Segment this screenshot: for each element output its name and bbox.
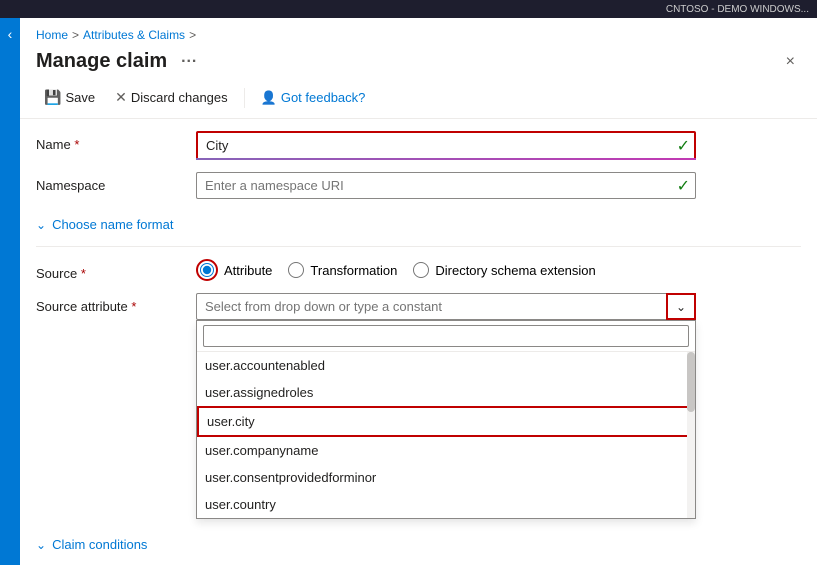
claim-conditions-row[interactable]: ⌄ Claim conditions <box>36 531 801 558</box>
transformation-radio-input[interactable] <box>288 262 304 278</box>
dropdown-search-input[interactable] <box>203 325 689 347</box>
name-input[interactable] <box>196 131 696 160</box>
claim-conditions-chevron: ⌄ <box>36 538 46 552</box>
discard-icon: ✕ <box>115 89 127 106</box>
sidebar-chevron[interactable]: ‹ <box>8 26 13 42</box>
dropdown-list: user.accountenabled user.assignedroles u… <box>197 352 695 518</box>
sidebar: ‹ <box>0 18 20 565</box>
breadcrumb-home[interactable]: Home <box>36 28 68 42</box>
directory-radio-input[interactable] <box>413 262 429 278</box>
radio-attribute[interactable]: Attribute <box>196 259 272 281</box>
form-divider <box>36 246 801 247</box>
ellipsis-button[interactable]: ··· <box>175 51 203 73</box>
save-button[interactable]: 💾 Save <box>36 85 103 110</box>
breadcrumb: Home > Attributes & Claims > <box>20 18 817 46</box>
feedback-label: Got feedback? <box>281 90 366 105</box>
breadcrumb-attributes[interactable]: Attributes & Claims <box>83 28 185 42</box>
dropdown-item-country[interactable]: user.country <box>197 491 695 518</box>
dropdown-item-accountenabled[interactable]: user.accountenabled <box>197 352 695 379</box>
page-header: Manage claim ··· × <box>20 46 817 81</box>
name-check-icon: ✓ <box>677 136 690 156</box>
dropdown-item-consentprovidedforminor[interactable]: user.consentprovidedforminor <box>197 464 695 491</box>
transformation-radio-label: Transformation <box>310 263 397 278</box>
source-label: Source * <box>36 260 196 281</box>
attribute-radio-input[interactable] <box>200 263 214 277</box>
close-button[interactable]: × <box>780 51 801 73</box>
name-input-wrapper: ✓ <box>196 131 696 160</box>
radio-transformation[interactable]: Transformation <box>288 262 397 278</box>
source-attribute-dropdown-wrapper: ⌄ <box>196 293 696 320</box>
breadcrumb-sep1: > <box>72 28 79 42</box>
source-required: * <box>81 266 86 281</box>
attribute-radio-highlight <box>196 259 218 281</box>
namespace-check-icon: ✓ <box>677 176 690 196</box>
source-attribute-label: Source attribute * <box>36 293 196 314</box>
namespace-input[interactable] <box>196 172 696 199</box>
toolbar: 💾 Save ✕ Discard changes 👤 Got feedback? <box>20 81 817 119</box>
attribute-radio-label: Attribute <box>224 263 272 278</box>
dropdown-search-area <box>197 321 695 352</box>
discard-button[interactable]: ✕ Discard changes <box>107 85 236 110</box>
source-radio-group: Attribute Transformation Directory schem… <box>196 259 596 281</box>
purple-line <box>196 158 696 160</box>
main-content: Home > Attributes & Claims > Manage clai… <box>20 18 817 565</box>
dropdown-item-companyname[interactable]: user.companyname <box>197 437 695 464</box>
form-area: Name * ✓ Namespace <box>20 119 817 565</box>
top-bar-text: CNTOSO - DEMO WINDOWS... <box>666 4 809 15</box>
source-attribute-dropdown-arrow[interactable]: ⌄ <box>666 293 696 320</box>
namespace-row: Namespace ✓ <box>36 172 801 199</box>
name-required: * <box>74 137 79 152</box>
dropdown-item-assignedroles[interactable]: user.assignedroles <box>197 379 695 406</box>
namespace-input-area: ✓ <box>196 172 801 199</box>
feedback-button[interactable]: 👤 Got feedback? <box>253 86 374 110</box>
save-label: Save <box>65 90 95 105</box>
top-bar: CNTOSO - DEMO WINDOWS... <box>0 0 817 18</box>
feedback-icon: 👤 <box>261 90 277 106</box>
dropdown-scrollbar-track <box>687 352 695 518</box>
choose-name-format-row[interactable]: ⌄ Choose name format <box>36 211 801 238</box>
save-icon: 💾 <box>44 89 61 106</box>
source-row: Source * Attribute Transformation <box>36 259 801 281</box>
namespace-label: Namespace <box>36 172 196 193</box>
toolbar-divider <box>244 88 245 108</box>
name-label: Name * <box>36 131 196 152</box>
source-attribute-input-area: ⌄ user.accountenabled user.assignedroles… <box>196 293 801 519</box>
name-format-chevron: ⌄ <box>36 218 46 232</box>
page-title-wrapper: Manage claim ··· <box>36 50 203 73</box>
page-title: Manage claim <box>36 50 167 73</box>
source-attr-required: * <box>131 299 136 314</box>
radio-directory[interactable]: Directory schema extension <box>413 262 595 278</box>
name-input-area: ✓ <box>196 131 801 160</box>
source-attribute-row: Source attribute * ⌄ user.accountenabled… <box>36 293 801 519</box>
breadcrumb-sep2: > <box>189 28 196 42</box>
source-attribute-dropdown: user.accountenabled user.assignedroles u… <box>196 320 696 519</box>
source-attribute-input[interactable] <box>196 293 696 320</box>
directory-radio-label: Directory schema extension <box>435 263 595 278</box>
claim-conditions-label: Claim conditions <box>52 537 147 552</box>
dropdown-scrollbar-thumb[interactable] <box>687 352 695 412</box>
name-row: Name * ✓ <box>36 131 801 160</box>
discard-label: Discard changes <box>131 90 228 105</box>
choose-name-format-label: Choose name format <box>52 217 173 232</box>
dropdown-item-city[interactable]: user.city <box>197 406 695 437</box>
